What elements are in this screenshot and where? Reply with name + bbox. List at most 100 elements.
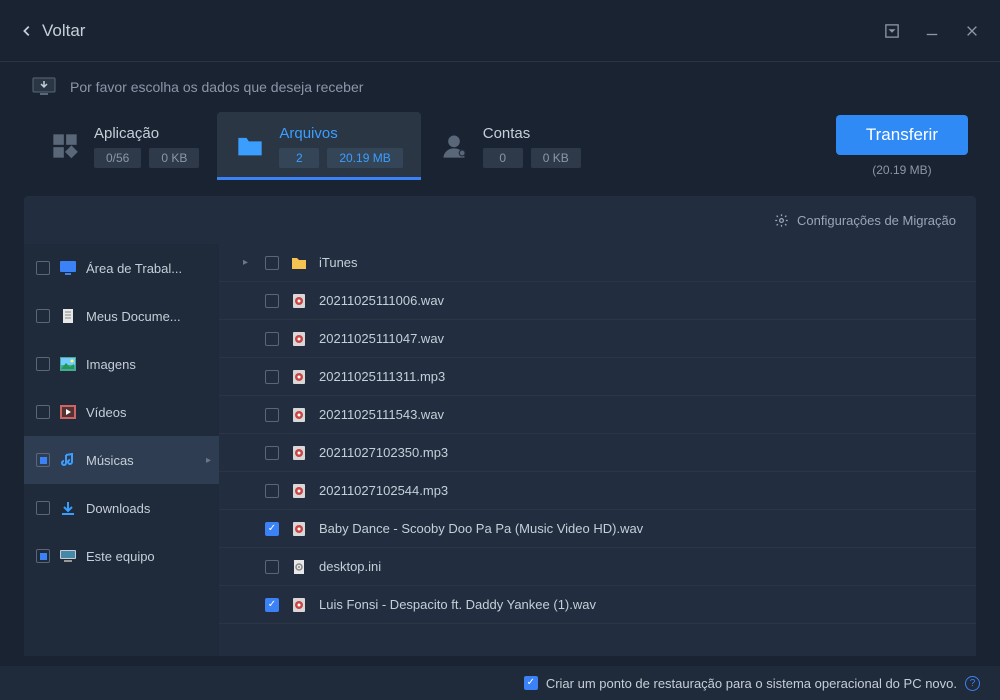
sidebar-checkbox[interactable] [36, 453, 50, 467]
file-checkbox[interactable] [265, 484, 279, 498]
sidebar-checkbox[interactable] [36, 405, 50, 419]
file-checkbox[interactable] [265, 408, 279, 422]
file-name: 20211025111006.wav [319, 293, 444, 308]
file-name: Baby Dance - Scooby Doo Pa Pa (Music Vid… [319, 521, 643, 536]
category-tabs: Aplicação 0/56 0 KB Arquivos 2 20.19 MB … [0, 112, 1000, 180]
file-checkbox[interactable] [265, 598, 279, 612]
tab-files-title: Arquivos [279, 125, 402, 142]
tab-accounts[interactable]: Contas 0 0 KB [421, 112, 599, 180]
dropdown-icon[interactable] [884, 23, 900, 39]
user-gear-icon [439, 131, 469, 161]
tab-application[interactable]: Aplicação 0/56 0 KB [32, 112, 217, 180]
back-button[interactable]: Voltar [20, 21, 85, 41]
tab-accounts-size: 0 KB [531, 148, 581, 168]
sidebar-checkbox[interactable] [36, 357, 50, 371]
file-checkbox[interactable] [265, 522, 279, 536]
file-name: desktop.ini [319, 559, 381, 574]
file-checkbox[interactable] [265, 256, 279, 270]
app-grid-icon [50, 131, 80, 161]
sidebar-item-image[interactable]: Imagens [24, 340, 219, 388]
sidebar-label: Área de Trabal... [86, 261, 182, 276]
audio-icon [291, 483, 307, 499]
audio-icon [291, 369, 307, 385]
file-row[interactable]: ▸Luis Fonsi - Despacito ft. Daddy Yankee… [219, 586, 976, 624]
sidebar-label: Imagens [86, 357, 136, 372]
titlebar: Voltar [0, 0, 1000, 62]
help-icon[interactable]: ? [965, 676, 980, 691]
folder-icon [291, 255, 307, 271]
audio-icon [291, 445, 307, 461]
chevron-right-icon: ▸ [206, 455, 211, 466]
file-name: iTunes [319, 255, 358, 270]
file-row[interactable]: ▸20211025111543.wav [219, 396, 976, 434]
file-checkbox[interactable] [265, 294, 279, 308]
instruction-row: Por favor escolha os dados que deseja re… [0, 62, 1000, 112]
tab-accounts-count: 0 [483, 148, 523, 168]
window-controls [884, 23, 980, 39]
tab-files[interactable]: Arquivos 2 20.19 MB [217, 112, 420, 180]
sidebar-item-download[interactable]: Downloads [24, 484, 219, 532]
restore-point-label: Criar um ponto de restauração para o sis… [546, 676, 957, 691]
file-name: 20211025111311.mp3 [319, 369, 445, 384]
computer-icon [60, 549, 76, 563]
file-name: 20211025111543.wav [319, 407, 444, 422]
back-label: Voltar [42, 21, 85, 41]
sidebar-label: Vídeos [86, 405, 126, 420]
file-checkbox[interactable] [265, 560, 279, 574]
audio-icon [291, 407, 307, 423]
arrow-left-icon [20, 24, 34, 38]
tab-app-size: 0 KB [149, 148, 199, 168]
image-icon [60, 357, 76, 371]
audio-icon [291, 521, 307, 537]
desktop-icon [60, 261, 76, 275]
sidebar-item-computer[interactable]: Este equipo [24, 532, 219, 580]
restore-point-checkbox[interactable] [524, 676, 538, 690]
migration-settings-link[interactable]: Configurações de Migração [797, 213, 956, 228]
ini-icon [291, 559, 307, 575]
main-header: Configurações de Migração [24, 196, 976, 244]
minimize-button[interactable] [924, 23, 940, 39]
file-name: Luis Fonsi - Despacito ft. Daddy Yankee … [319, 597, 596, 612]
music-icon [60, 453, 76, 467]
gear-icon [774, 213, 789, 228]
sidebar-checkbox[interactable] [36, 501, 50, 515]
sidebar-checkbox[interactable] [36, 261, 50, 275]
tab-app-title: Aplicação [94, 125, 199, 142]
expand-icon[interactable]: ▸ [243, 257, 253, 268]
tab-files-size: 20.19 MB [327, 148, 402, 168]
sidebar-label: Este equipo [86, 549, 155, 564]
file-name: 20211025111047.wav [319, 331, 444, 346]
sidebar-item-desktop[interactable]: Área de Trabal... [24, 244, 219, 292]
sidebar-label: Meus Docume... [86, 309, 181, 324]
file-row[interactable]: ▸20211025111047.wav [219, 320, 976, 358]
tab-accounts-title: Contas [483, 125, 581, 142]
sidebar-item-music[interactable]: Músicas ▸ [24, 436, 219, 484]
audio-icon [291, 331, 307, 347]
transfer-button[interactable]: Transferir [836, 115, 968, 155]
sidebar-checkbox[interactable] [36, 309, 50, 323]
close-button[interactable] [964, 23, 980, 39]
video-icon [60, 405, 76, 419]
folder-icon [235, 131, 265, 161]
sidebar-label: Músicas [86, 453, 134, 468]
file-row[interactable]: ▸20211027102544.mp3 [219, 472, 976, 510]
sidebar-item-document[interactable]: Meus Docume... [24, 292, 219, 340]
transfer-size: (20.19 MB) [872, 163, 931, 177]
file-row[interactable]: ▸20211025111006.wav [219, 282, 976, 320]
sidebar-item-video[interactable]: Vídeos [24, 388, 219, 436]
file-checkbox[interactable] [265, 332, 279, 346]
file-row[interactable]: ▸desktop.ini [219, 548, 976, 586]
file-row[interactable]: ▸Baby Dance - Scooby Doo Pa Pa (Music Vi… [219, 510, 976, 548]
file-checkbox[interactable] [265, 446, 279, 460]
monitor-download-icon [32, 77, 56, 97]
file-row[interactable]: ▸20211025111311.mp3 [219, 358, 976, 396]
document-icon [60, 309, 76, 323]
main-panel: Configurações de Migração Área de Trabal… [24, 196, 976, 656]
file-list: ▸ iTunes ▸20211025111006.wav▸2021102511104… [219, 244, 976, 656]
file-checkbox[interactable] [265, 370, 279, 384]
sidebar-checkbox[interactable] [36, 549, 50, 563]
footer: Criar um ponto de restauração para o sis… [0, 666, 1000, 700]
audio-icon [291, 293, 307, 309]
file-row[interactable]: ▸20211027102350.mp3 [219, 434, 976, 472]
file-row[interactable]: ▸ iTunes [219, 244, 976, 282]
